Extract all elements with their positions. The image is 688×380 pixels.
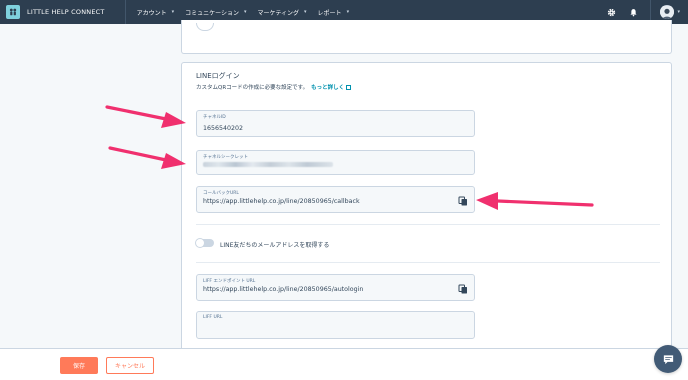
nav-item-account[interactable]: アカウント ▾ — [137, 8, 175, 17]
nav-item-communication[interactable]: コミュニケーション ▾ — [185, 8, 246, 17]
save-button[interactable]: 保存 — [60, 357, 98, 374]
nav-item-label: レポート — [317, 9, 342, 17]
line-login-card: LINEログイン カスタムQRコードの作成に必要な設定です。 もっと詳しく チャネ… — [181, 62, 672, 362]
chevron-down-icon[interactable]: ▾ — [677, 9, 680, 15]
toggle-knob — [195, 238, 205, 248]
field-label: LIFF URL — [203, 315, 223, 320]
toggle-switch-partial[interactable] — [196, 23, 214, 31]
external-link-icon[interactable] — [346, 84, 352, 90]
description-text: カスタムQRコードの作成に必要な設定です。 — [196, 85, 309, 91]
nav-item-reports[interactable]: レポート ▾ — [318, 8, 350, 17]
liff-endpoint-value: https://app.littlehelp.co.jp/line/208509… — [203, 286, 364, 293]
section-title: LINEログイン — [196, 72, 240, 80]
chevron-down-icon: ▾ — [243, 9, 247, 15]
chevron-down-icon: ▾ — [171, 9, 175, 15]
logo-icon[interactable] — [6, 5, 20, 19]
callback-url-value: https://app.littlehelp.co.jp/line/208509… — [203, 198, 360, 205]
callback-url-field[interactable]: コールバックURL https://app.littlehelp.co.jp/l… — [196, 186, 475, 213]
annotation-arrow — [105, 105, 186, 128]
masked-secret-value — [203, 162, 333, 167]
channel-id-field[interactable]: チャネルID 1656540202 — [196, 110, 475, 137]
email-toggle[interactable] — [195, 238, 214, 248]
copy-icon[interactable] — [458, 196, 468, 206]
divider — [196, 224, 660, 225]
avatar[interactable] — [660, 5, 675, 19]
liff-url-field[interactable]: LIFF URL — [196, 311, 475, 339]
field-label: チャネルID — [203, 115, 226, 120]
section-description: カスタムQRコードの作成に必要な設定です。 もっと詳しく — [196, 83, 352, 91]
nav-item-label: マーケティング — [257, 9, 300, 17]
chevron-down-icon: ▾ — [346, 9, 350, 15]
liff-endpoint-field[interactable]: LIFF エンドポイント URL https://app.littlehelp.… — [196, 274, 475, 301]
divider — [196, 262, 660, 263]
field-label: LIFF エンドポイント URL — [203, 279, 256, 284]
nav-item-marketing[interactable]: マーケティング ▾ — [258, 8, 307, 17]
chevron-down-icon: ▾ — [304, 9, 307, 15]
brand-name[interactable]: LITTLE HELP CONNECT — [27, 8, 105, 16]
toggle-label: LINE友だちのメールアドレスを取得する — [220, 242, 330, 249]
channel-secret-field[interactable]: チャネルシークレット — [196, 150, 475, 175]
annotation-arrow — [108, 146, 186, 169]
learn-more-link[interactable]: もっと詳しく — [311, 85, 344, 91]
gear-icon[interactable] — [606, 7, 616, 17]
nav-item-label: アカウント — [136, 9, 167, 17]
copy-icon[interactable] — [458, 284, 468, 294]
previous-settings-card — [181, 20, 672, 54]
nav-divider — [124, 0, 126, 24]
nav-item-label: コミュニケーション — [185, 9, 239, 17]
cancel-button[interactable]: キャンセル — [106, 357, 154, 374]
footer-bar: 保存 キャンセル — [0, 348, 688, 380]
channel-id-value: 1656540202 — [203, 125, 244, 132]
field-label: チャネルシークレット — [203, 155, 248, 160]
chat-icon[interactable] — [654, 345, 682, 373]
bell-icon[interactable] — [628, 7, 638, 17]
field-label: コールバックURL — [203, 191, 239, 196]
